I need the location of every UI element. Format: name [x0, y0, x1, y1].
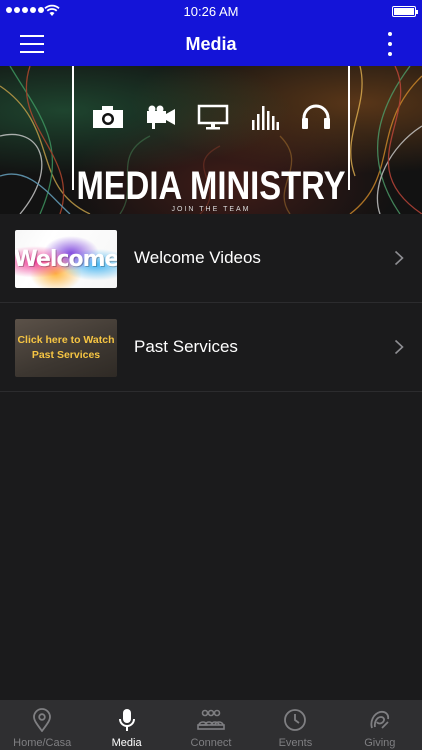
tab-label: Events [278, 737, 313, 749]
chevron-right-icon [394, 339, 404, 355]
microphone-icon [118, 709, 135, 731]
tab-label: Media [111, 737, 142, 749]
banner-subtitle: JOIN THE TEAM [171, 206, 251, 213]
more-options-icon[interactable] [388, 32, 394, 56]
nav-bar: Media [0, 22, 422, 66]
past-services-thumbnail: Click here to Watch Past Services [15, 319, 117, 377]
media-list: Welcome Welcome Videos Click here to Wat… [0, 214, 422, 392]
tab-bar: Home/Casa Media Connect Events Giving [0, 700, 422, 750]
welcome-thumbnail-text: Welcome [15, 246, 117, 272]
monitor-icon [197, 104, 229, 130]
clock-icon [284, 709, 307, 731]
media-ministry-banner: MEDIA MINISTRY JOIN THE TEAM [0, 66, 422, 214]
tab-connect[interactable]: Connect [169, 700, 253, 750]
camera-icon [93, 106, 123, 128]
tab-home-casa[interactable]: Home/Casa [0, 700, 84, 750]
banner-title: MEDIA MINISTRY [76, 164, 346, 208]
list-item-welcome-videos[interactable]: Welcome Welcome Videos [0, 214, 422, 303]
tab-label: Home/Casa [13, 737, 72, 749]
location-pin-icon [33, 708, 52, 732]
tab-label: Connect [190, 737, 232, 749]
headphones-icon [302, 104, 330, 129]
tab-label: Giving [364, 737, 396, 749]
list-item-past-services[interactable]: Click here to Watch Past Services Past S… [0, 303, 422, 392]
past-services-thumbnail-text: Click here to Watch Past Services [17, 334, 115, 361]
giving-icon [370, 710, 389, 729]
chevron-right-icon [394, 250, 404, 266]
banner-icon-row [92, 104, 332, 130]
tab-events[interactable]: Events [253, 700, 337, 750]
audio-levels-icon [251, 106, 279, 130]
page-title: Media [185, 34, 237, 54]
tab-media[interactable]: Media [84, 700, 168, 750]
status-time: 10:26 AM [183, 4, 239, 19]
status-bar: 10:26 AM [0, 0, 422, 22]
list-item-label: Welcome Videos [134, 248, 261, 267]
video-camera-icon [146, 105, 175, 129]
group-icon [197, 709, 225, 730]
welcome-thumbnail: Welcome [15, 230, 117, 288]
list-item-label: Past Services [134, 337, 238, 356]
battery-icon [392, 6, 418, 17]
tab-giving[interactable]: Giving [338, 700, 422, 750]
